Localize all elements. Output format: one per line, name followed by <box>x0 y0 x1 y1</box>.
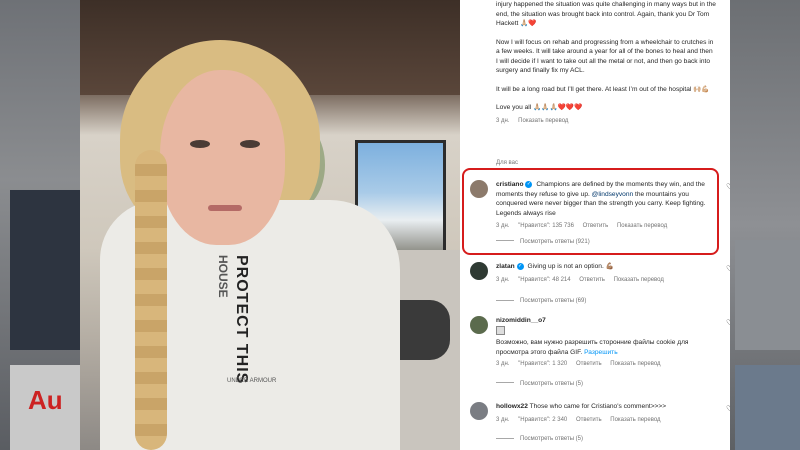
caption-paragraph: Now I will focus on rehab and progressin… <box>496 38 714 75</box>
avatar[interactable] <box>470 316 488 334</box>
caption-paragraph: Love you all 🙏🏼🙏🏼🙏🏼❤️❤️❤️ <box>496 104 583 111</box>
show-translation-link[interactable]: Показать перевод <box>614 277 664 283</box>
background-left-blur: Au <box>0 0 80 450</box>
caption-paragraph: injury happened the situation was quite … <box>496 1 716 27</box>
eye <box>240 140 260 148</box>
background-thumbnail <box>735 365 800 450</box>
caption-paragraph: It will be a long road but I’ll get ther… <box>496 85 710 93</box>
timestamp: 3 дн. <box>496 416 510 423</box>
reply-button[interactable]: Ответить <box>579 277 605 283</box>
view-replies-button[interactable]: Посмотреть ответы (5) <box>496 380 706 390</box>
show-translation-link[interactable]: Показать перевод <box>518 118 568 124</box>
background-thumb-text: Au <box>28 385 63 415</box>
view-replies-button[interactable]: Посмотреть ответы (5) <box>496 435 706 445</box>
comment-text: Those who came for Cristiano's comment>>… <box>529 403 667 410</box>
comment-username[interactable]: nizomiddin__o7 <box>496 317 546 324</box>
comment-meta: 3 дн. "Нравится": 2 340 Ответить Показат… <box>496 416 706 426</box>
avatar[interactable] <box>470 402 488 420</box>
view-replies-button[interactable]: Посмотреть ответы (69) <box>496 297 706 307</box>
comment-username[interactable]: hollowx22 <box>496 403 528 410</box>
allow-cookies-link[interactable]: Разрешить <box>584 349 618 356</box>
background-thumbnail: Au <box>10 365 80 450</box>
like-heart-icon[interactable]: ♡ <box>726 264 730 273</box>
comment-meta: 3 дн. "Нравится": 48 214 Ответить Показа… <box>496 276 706 286</box>
likes-count[interactable]: "Нравится": 1 320 <box>518 361 567 367</box>
braid <box>135 150 167 450</box>
like-heart-icon[interactable]: ♡ <box>726 318 730 327</box>
hoodie-brand: UNDER ARMOUR <box>227 378 277 384</box>
highlight-box <box>462 168 719 255</box>
likes-count[interactable]: "Нравится": 48 214 <box>518 277 570 283</box>
hoodie-print-secondary: HOUSE <box>216 255 230 298</box>
like-heart-icon[interactable]: ♡ <box>726 182 730 191</box>
likes-count[interactable]: "Нравится": 2 340 <box>518 417 567 423</box>
avatar[interactable] <box>470 262 488 280</box>
like-heart-icon[interactable]: ♡ <box>726 404 730 413</box>
broken-image-icon <box>496 325 505 335</box>
comment-body: hollowx22 Those who came for Cristiano's… <box>496 402 706 445</box>
comment-text: Giving up is not an option. 💪🏽 <box>527 263 614 270</box>
comment-username[interactable]: zlatan <box>496 263 515 270</box>
show-translation-link[interactable]: Показать перевод <box>610 417 660 423</box>
for-you-label[interactable]: Для вас <box>496 160 518 166</box>
eye <box>190 140 210 148</box>
caption-meta: 3 дн. Показать перевод <box>496 117 716 127</box>
timestamp: 3 дн. <box>496 117 510 124</box>
background-thumbnail <box>10 190 80 350</box>
verified-badge-icon: ✓ <box>516 262 524 270</box>
hoodie-print: PROTECT THIS <box>232 255 250 384</box>
show-translation-link[interactable]: Показать перевод <box>610 361 660 367</box>
comment-meta: 3 дн. "Нравится": 1 320 Ответить Показат… <box>496 360 706 370</box>
timestamp: 3 дн. <box>496 276 510 283</box>
post-photo: PROTECT THIS HOUSE UNDER ARMOUR <box>80 0 460 450</box>
comment-body: zlatan ✓ Giving up is not an option. 💪🏽 3… <box>496 262 706 307</box>
mouth <box>208 205 242 211</box>
face <box>160 70 285 245</box>
reply-button[interactable]: Ответить <box>576 417 602 423</box>
post-caption: injury happened the situation was quite … <box>496 0 716 126</box>
reply-button[interactable]: Ответить <box>576 361 602 367</box>
timestamp: 3 дн. <box>496 361 510 367</box>
background-thumbnail <box>735 240 800 350</box>
comment-body: nizomiddin__o7 Возможно, вам нужно разре… <box>496 316 706 389</box>
background-right-blur <box>730 0 800 450</box>
